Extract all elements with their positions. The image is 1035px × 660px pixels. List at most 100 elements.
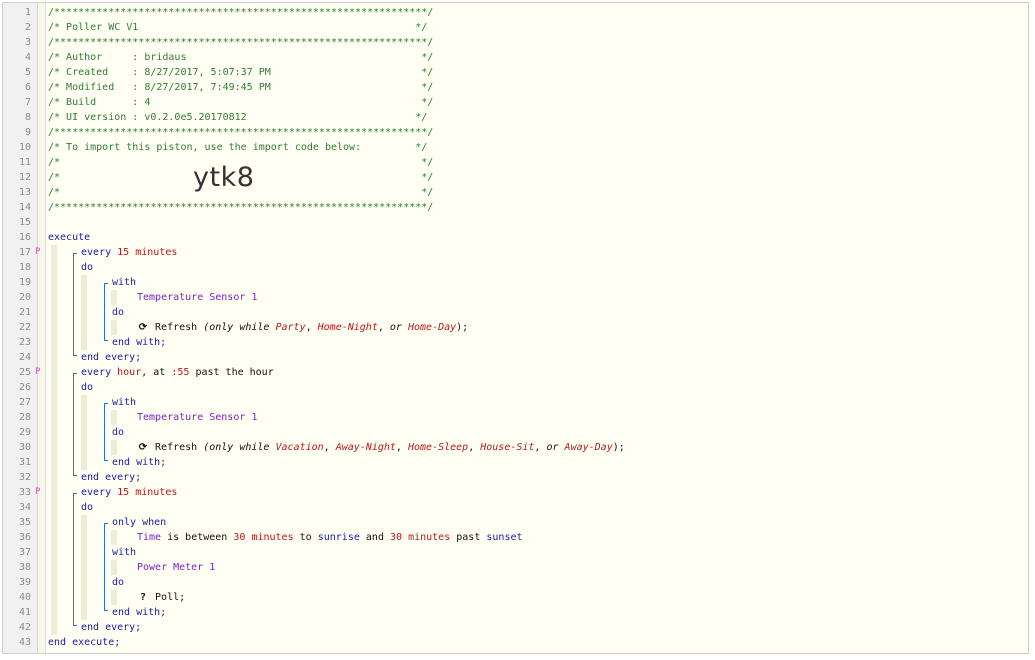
do-keyword: do xyxy=(81,382,94,393)
indent-guide xyxy=(81,515,87,620)
with-keyword: with xyxy=(112,547,137,558)
line-number: 13 xyxy=(18,187,31,198)
line-number: 35 xyxy=(18,517,31,528)
line-number: 11 xyxy=(18,157,31,168)
block-bracket-top xyxy=(73,253,77,254)
line-number: 33 xyxy=(18,487,31,498)
with-keyword: with xyxy=(112,277,137,288)
device-temperature-sensor[interactable]: Temperature Sensor 1 xyxy=(137,410,257,425)
header-border: /***************************************… xyxy=(48,127,434,138)
line-number: 37 xyxy=(18,547,31,558)
refresh-icon: ⟳ xyxy=(138,322,148,333)
indent-guide xyxy=(51,245,57,635)
device-power-meter[interactable]: Power Meter 1 xyxy=(137,560,215,575)
block-bracket xyxy=(73,493,74,626)
marker-gutter xyxy=(38,3,46,653)
line-number: 41 xyxy=(18,607,31,618)
line-number: 26 xyxy=(18,382,31,393)
line-number: 17 xyxy=(18,247,31,258)
indent-guide xyxy=(81,395,87,470)
with-bracket-top xyxy=(104,523,108,524)
line-number: 15 xyxy=(18,217,31,228)
line-number: 20 xyxy=(18,292,31,303)
piston-marker-icon[interactable]: P xyxy=(35,485,40,500)
line-number: 9 xyxy=(24,127,31,138)
piston-title: /* Poller WC V1 */ xyxy=(48,22,428,33)
schedule-statement[interactable]: every 15 minutes xyxy=(81,245,177,260)
indent-guide xyxy=(111,440,117,455)
end-every-keyword: end every; xyxy=(81,472,142,483)
piston-marker-icon[interactable]: P xyxy=(35,365,40,380)
header-build: /* Build : 4 */ xyxy=(48,97,434,108)
line-number: 36 xyxy=(18,532,31,543)
line-number: 30 xyxy=(18,442,31,453)
header-created: /* Created : 8/27/2017, 5:07:37 PM */ xyxy=(48,67,434,78)
do-keyword: do xyxy=(112,577,125,588)
with-bracket-bottom xyxy=(104,340,108,341)
line-number: 40 xyxy=(18,592,31,603)
piston-marker-icon[interactable]: P xyxy=(35,245,40,260)
end-execute-keyword: end execute; xyxy=(48,637,121,648)
schedule-statement[interactable]: every hour, at :55 past the hour xyxy=(81,365,274,380)
refresh-command[interactable]: ⟳ Refresh (only while Vacation, Away-Nig… xyxy=(137,440,625,455)
line-number: 3 xyxy=(24,37,31,48)
header-border: /***************************************… xyxy=(48,7,434,18)
do-keyword: do xyxy=(112,307,125,318)
poll-command[interactable]: ? Poll; xyxy=(137,590,185,605)
end-every-keyword: end every; xyxy=(81,622,142,633)
indent-guide xyxy=(111,530,117,545)
line-number: 28 xyxy=(18,412,31,423)
line-number: 31 xyxy=(18,457,31,468)
line-number: 19 xyxy=(18,277,31,288)
header-modified: /* Modified : 8/27/2017, 7:49:45 PM */ xyxy=(48,82,434,93)
line-number: 27 xyxy=(18,397,31,408)
refresh-command[interactable]: ⟳ Refresh (only while Party, Home-Night,… xyxy=(137,320,468,335)
line-number: 16 xyxy=(18,232,31,243)
line-number: 23 xyxy=(18,337,31,348)
line-number: 14 xyxy=(18,202,31,213)
line-number: 8 xyxy=(24,112,31,123)
refresh-icon: ⟳ xyxy=(138,442,148,453)
line-number: 10 xyxy=(18,142,31,153)
indent-guide xyxy=(111,290,117,305)
indent-guide xyxy=(111,590,117,605)
end-every-keyword: end every; xyxy=(81,352,142,363)
line-number: 34 xyxy=(18,502,31,513)
with-bracket-bottom xyxy=(104,610,108,611)
only-when-keyword: only when xyxy=(112,517,167,528)
line-number: 1 xyxy=(24,7,31,18)
with-bracket-top xyxy=(104,283,108,284)
end-with-keyword: end with; xyxy=(112,337,167,348)
indent-guide xyxy=(111,410,117,425)
header-ui-version: /* UI version : v0.2.0e5.20170812 */ xyxy=(48,112,428,123)
with-keyword: with xyxy=(112,397,137,408)
line-number: 12 xyxy=(18,172,31,183)
schedule-statement[interactable]: every 15 minutes xyxy=(81,485,177,500)
indent-guide xyxy=(81,275,87,350)
line-number: 43 xyxy=(18,637,31,648)
block-bracket xyxy=(73,373,74,476)
with-bracket-top xyxy=(104,403,108,404)
line-number: 2 xyxy=(24,22,31,33)
with-bracket xyxy=(104,523,105,611)
execute-keyword: execute xyxy=(48,232,91,243)
device-temperature-sensor[interactable]: Temperature Sensor 1 xyxy=(137,290,257,305)
block-bracket-top xyxy=(73,493,77,494)
with-bracket-bottom xyxy=(104,460,108,461)
line-number: 6 xyxy=(24,82,31,93)
indent-guide xyxy=(111,320,117,335)
do-keyword: do xyxy=(112,427,125,438)
time-condition[interactable]: Time is between 30 minutes to sunrise an… xyxy=(137,530,523,545)
line-number: 25 xyxy=(18,367,31,378)
block-bracket-bottom xyxy=(73,355,77,356)
line-number: 42 xyxy=(18,622,31,633)
line-number: 39 xyxy=(18,577,31,588)
header-import-text: /* To import this piston, use the import… xyxy=(48,142,428,153)
piston-code-viewer: /***************************************… xyxy=(2,2,1029,654)
line-number: 21 xyxy=(18,307,31,318)
end-with-keyword: end with; xyxy=(112,457,167,468)
indent-guide xyxy=(111,560,117,575)
block-bracket-bottom xyxy=(73,625,77,626)
line-number: 32 xyxy=(18,472,31,483)
do-keyword: do xyxy=(81,502,94,513)
